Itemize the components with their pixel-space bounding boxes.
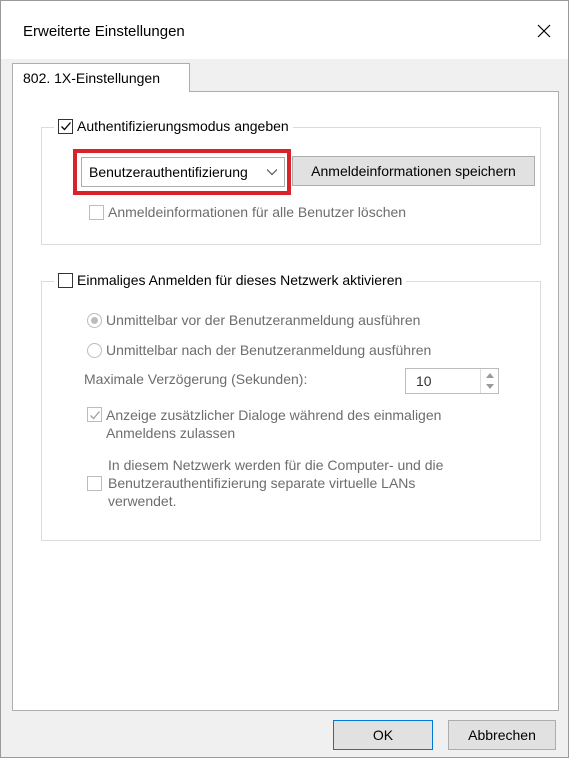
additional-dialogs-checkbox[interactable]: [87, 407, 102, 422]
max-delay-label: Maximale Verzögerung (Sekunden):: [84, 371, 308, 387]
spin-down-icon: [485, 384, 494, 389]
radio-selected-dot: [91, 316, 98, 324]
separate-vlan-line1: In diesem Netzwerk werden für die Comput…: [108, 457, 444, 473]
additional-dialogs-row: Anzeige zusätzlicher Dialoge während des…: [87, 406, 441, 442]
spin-up-icon: [485, 373, 494, 378]
radio-after-logon[interactable]: [87, 342, 102, 358]
max-delay-spinner[interactable]: 10: [405, 368, 499, 394]
window-title: Erweiterte Einstellungen: [23, 23, 185, 40]
radio-before-logon[interactable]: [87, 312, 102, 328]
spin-up-button[interactable]: [481, 369, 498, 381]
ok-button[interactable]: OK: [333, 720, 433, 750]
delete-credentials-checkbox[interactable]: [89, 204, 104, 220]
auth-mode-checkbox[interactable]: [58, 118, 73, 134]
additional-dialogs-line2: Anmeldens zulassen: [106, 425, 236, 441]
save-credentials-label: Anmeldeinformationen speichern: [311, 163, 516, 179]
radio-before-row: Unmittelbar vor der Benutzeranmeldung au…: [87, 312, 420, 328]
separate-vlan-line3: verwendet.: [108, 493, 177, 509]
spin-down-button[interactable]: [481, 381, 498, 393]
advanced-settings-dialog: Erweiterte Einstellungen 802. 1X-Einstel…: [0, 0, 569, 758]
tab-label: 802. 1X-Einstellungen: [23, 70, 160, 86]
radio-before-label: Unmittelbar vor der Benutzeranmeldung au…: [106, 312, 421, 328]
additional-dialogs-label: Anzeige zusätzlicher Dialoge während des…: [106, 406, 441, 442]
auth-mode-dropdown[interactable]: Benutzerauthentifizierung: [81, 157, 285, 187]
auth-mode-checkbox-row[interactable]: Authentifizierungsmodus angeben: [54, 118, 293, 134]
separate-vlan-label: In diesem Netzwerk werden für die Comput…: [108, 456, 443, 510]
vlan-row: In diesem Netzwerk werden für die Comput…: [87, 456, 443, 510]
separate-vlan-checkbox[interactable]: [87, 475, 102, 491]
chevron-down-icon: [266, 169, 278, 176]
sso-checkbox-row[interactable]: Einmaliges Anmelden für dieses Netzwerk …: [54, 272, 407, 288]
spinner-buttons: [480, 369, 498, 393]
auth-mode-label: Authentifizierungsmodus angeben: [77, 118, 289, 134]
tab-8021x-settings[interactable]: 802. 1X-Einstellungen: [12, 63, 190, 92]
checkmark-icon: [60, 122, 71, 131]
sso-checkbox[interactable]: [58, 272, 73, 288]
separate-vlan-line2: Benutzerauthentifizierung separate virtu…: [108, 475, 416, 491]
max-delay-row: Maximale Verzögerung (Sekunden):: [84, 371, 307, 387]
auth-mode-dropdown-value: Benutzerauthentifizierung: [89, 164, 248, 180]
delete-credentials-row: Anmeldeinformationen für alle Benutzer l…: [89, 204, 406, 220]
radio-after-label: Unmittelbar nach der Benutzeranmeldung a…: [106, 342, 432, 358]
cancel-button[interactable]: Abbrechen: [448, 720, 556, 750]
close-icon: [537, 24, 551, 38]
cancel-label: Abbrechen: [468, 727, 536, 743]
radio-after-row: Unmittelbar nach der Benutzeranmeldung a…: [87, 342, 431, 358]
ok-label: OK: [372, 727, 394, 743]
sso-label: Einmaliges Anmelden für dieses Netzwerk …: [77, 272, 403, 288]
save-credentials-button[interactable]: Anmeldeinformationen speichern: [292, 156, 535, 186]
max-delay-value: 10: [416, 373, 432, 389]
checkmark-icon: [89, 410, 100, 419]
close-button[interactable]: [526, 15, 562, 47]
additional-dialogs-line1: Anzeige zusätzlicher Dialoge während des…: [106, 407, 442, 423]
delete-credentials-label: Anmeldeinformationen für alle Benutzer l…: [108, 204, 407, 220]
title-bar: Erweiterte Einstellungen: [1, 1, 568, 59]
